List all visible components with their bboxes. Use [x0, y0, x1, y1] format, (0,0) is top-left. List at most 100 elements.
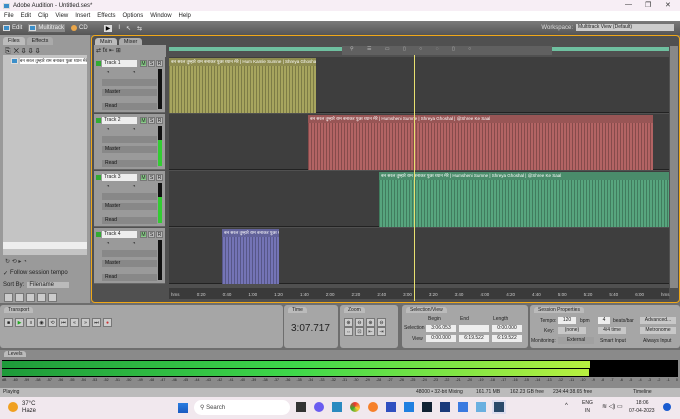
record-arm-button[interactable]: R	[156, 117, 163, 124]
chrome-icon[interactable]	[350, 402, 360, 412]
pan-knob-icon[interactable]: ◔	[132, 70, 136, 76]
files-bottom-buttons[interactable]	[4, 293, 59, 304]
mute-button[interactable]: M	[140, 117, 147, 124]
audio-clip[interactable]: बन सरल तुम्हारे राम बनाकर पुछा ध्यान मेर…	[169, 58, 316, 113]
record-arm-button[interactable]: R	[156, 174, 163, 181]
selection-end-field[interactable]	[459, 325, 489, 332]
start-icon[interactable]	[178, 403, 188, 413]
zoom-selection-button[interactable]: ⊡	[355, 327, 364, 336]
zoom-right-button[interactable]: ⇥	[377, 327, 386, 336]
store-icon[interactable]	[332, 402, 342, 412]
search-box[interactable]: ⚲ Search	[194, 400, 290, 415]
view-length-field[interactable]: 6:19.522	[492, 335, 522, 342]
zoom-in-amplitude-button[interactable]: ⊕	[344, 318, 353, 327]
menu-window[interactable]: Window	[150, 13, 171, 19]
solo-button[interactable]: S	[148, 117, 155, 124]
menu-view[interactable]: View	[55, 13, 68, 19]
edit-view-button[interactable]: Edit	[3, 25, 22, 31]
advanced-button[interactable]: Advanced...	[640, 317, 676, 324]
zoom-in-button[interactable]: ⊕	[366, 318, 375, 327]
automation-mode-dropdown[interactable]: Read	[102, 103, 157, 110]
vertical-scrollbar[interactable]	[670, 46, 678, 288]
sort-by-dropdown[interactable]: Filename	[27, 282, 70, 288]
audio-clip[interactable]: बन सरल तुम्हारे राम बनाकर पुछा ध्यान मेर…	[379, 172, 669, 227]
minimize-button[interactable]: —	[625, 1, 632, 8]
notification-icon[interactable]	[663, 403, 671, 411]
network-volume-battery-icon[interactable]: ≋ ◁) ▭	[602, 403, 623, 410]
clip-tools-overlay[interactable]: ⚲ ☰ ▭ ▯ ○ ◌ ▯ ○	[342, 46, 552, 55]
app-icon-3[interactable]	[404, 402, 414, 412]
mute-button[interactable]: M	[140, 60, 147, 67]
tab-files[interactable]: Files	[3, 37, 25, 45]
zoom-full-button[interactable]: ⇔	[344, 327, 353, 336]
cd-view-button[interactable]: CD	[71, 25, 88, 31]
playhead[interactable]	[414, 55, 415, 301]
rewind-button[interactable]: «	[70, 318, 79, 327]
audition-icon[interactable]	[492, 400, 506, 414]
track-controls-toolbar[interactable]: ⇄ fx ⇤ ⊞	[94, 45, 166, 57]
track-lane[interactable]: बन सरल तुम्हारे राम बनाकर पुछा ध्यान मेर…	[169, 114, 669, 170]
smart-input-checkbox[interactable]: Smart Input	[600, 338, 626, 344]
app-icon-4[interactable]	[440, 402, 450, 412]
record-arm-button[interactable]: R	[156, 60, 163, 67]
scrub-tool-icon[interactable]: ⇆	[137, 25, 142, 32]
beats-field[interactable]: 4	[598, 317, 610, 324]
output-dropdown[interactable]: Master	[102, 260, 157, 267]
zoom-left-button[interactable]: ⇤	[366, 327, 375, 336]
preview-controls[interactable]: ↻ ⟲ ▸ ◔	[5, 258, 27, 265]
menu-effects[interactable]: Effects	[97, 13, 115, 19]
zoom-out-button[interactable]: ⊖	[377, 318, 386, 327]
time-selection-tool-icon[interactable]: I	[118, 25, 120, 31]
zoom-out-amplitude-button[interactable]: ⊖	[355, 318, 364, 327]
mute-button[interactable]: M	[140, 231, 147, 238]
follow-tempo-checkbox[interactable]: ✓ Follow session tempo	[3, 270, 68, 277]
menu-help[interactable]: Help	[179, 13, 191, 19]
tempo-field[interactable]: 120	[558, 317, 576, 324]
record-button[interactable]: ●	[103, 318, 112, 327]
restore-button[interactable]: ❐	[645, 1, 651, 9]
input-dropdown[interactable]	[102, 250, 157, 257]
volume-knob-icon[interactable]: ◔	[106, 184, 110, 190]
photoshop-icon[interactable]	[422, 402, 432, 412]
clock-date[interactable]: 07-04-2023	[629, 408, 655, 414]
automation-mode-dropdown[interactable]: Read	[102, 217, 157, 224]
track-lane[interactable]: बन सरल तुम्हारे राम बनाकर पुछा ध्यान मेर…	[169, 171, 669, 227]
track-lane[interactable]: बन सरल तुम्हारे राम बनाकर पुछा ध्यान मेर…	[169, 57, 669, 113]
track-drag-icon[interactable]	[96, 118, 101, 123]
file-list-scrollbar[interactable]	[3, 242, 87, 249]
language-top[interactable]: ENG	[582, 400, 593, 406]
menu-insert[interactable]: Insert	[75, 13, 90, 19]
record-arm-button[interactable]: R	[156, 231, 163, 238]
output-dropdown[interactable]: Master	[102, 89, 157, 96]
key-dropdown[interactable]: (none)	[558, 327, 586, 334]
play-button[interactable]: ▶	[15, 318, 24, 327]
volume-knob-icon[interactable]: ◔	[106, 241, 110, 247]
input-dropdown[interactable]	[102, 136, 157, 143]
tray-chevron-icon[interactable]: ^	[565, 403, 568, 409]
input-dropdown[interactable]	[102, 193, 157, 200]
close-button[interactable]: ✕	[665, 1, 671, 9]
output-dropdown[interactable]: Master	[102, 146, 157, 153]
file-list[interactable]: बन सरल तुम्हारे राम बनाकर पुछा ध्यान मेर…	[3, 55, 87, 255]
time-signature-dropdown[interactable]: 4/4 time	[598, 327, 626, 334]
output-dropdown[interactable]: Master	[102, 203, 157, 210]
track-name-field[interactable]: Track 2	[102, 117, 137, 124]
selection-length-field[interactable]: 0:00.000	[492, 325, 522, 332]
pause-button[interactable]: ॥	[26, 318, 35, 327]
app-icon-1[interactable]	[296, 402, 306, 412]
audio-clip[interactable]: बन सरल तुम्हारे राम बनाकर पुछा ध्यान मेर…	[222, 229, 279, 284]
track-lane[interactable]: बन सरल तुम्हारे राम बनाकर पुछा ध्यान मेर…	[169, 228, 669, 284]
firefox-icon[interactable]	[368, 402, 378, 412]
audio-clip[interactable]: बन सरल तुम्हारे राम बनाकर पुछा ध्यान मेर…	[308, 115, 653, 170]
track-name-field[interactable]: Track 4	[102, 231, 137, 238]
solo-button[interactable]: S	[148, 231, 155, 238]
go-end-button[interactable]: ⏭	[92, 318, 101, 327]
play-from-cursor-button[interactable]: ◉	[37, 318, 46, 327]
workspace-dropdown[interactable]: Multitrack View (Default)	[576, 24, 674, 31]
track-drag-icon[interactable]	[96, 175, 101, 180]
app-icon-5[interactable]	[458, 402, 468, 412]
automation-mode-dropdown[interactable]: Read	[102, 160, 157, 167]
file-item[interactable]: बन सरल तुम्हारे राम बनाकर पुछा ध्यान मेर…	[3, 55, 87, 64]
pan-knob-icon[interactable]: ◔	[132, 241, 136, 247]
pan-knob-icon[interactable]: ◔	[132, 127, 136, 133]
